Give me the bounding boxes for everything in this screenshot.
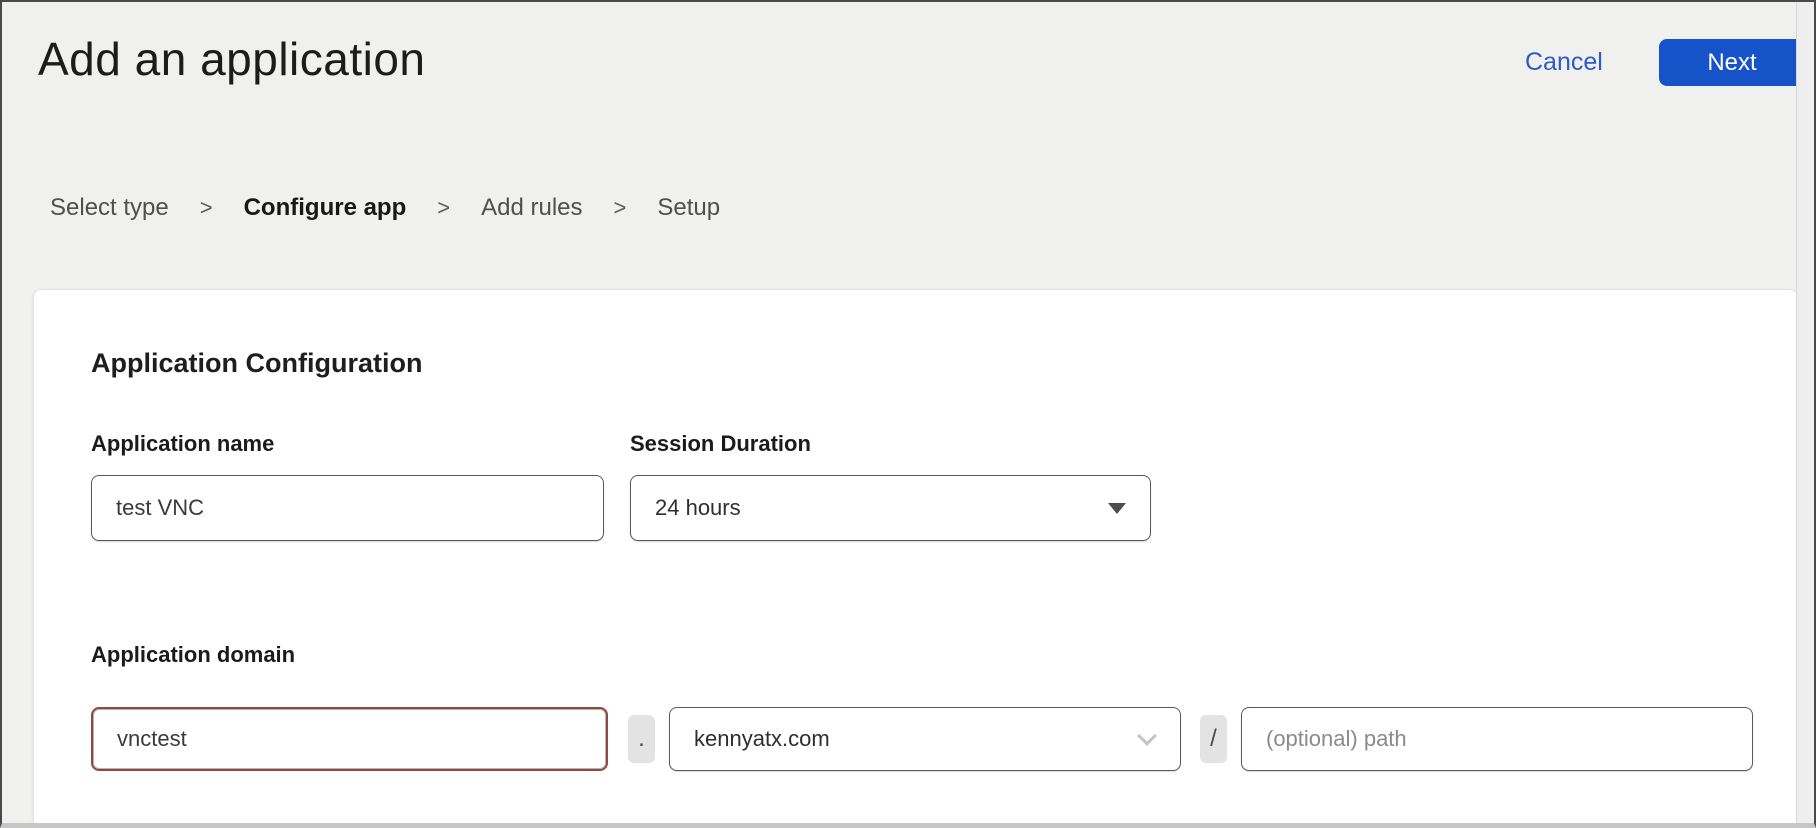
- breadcrumb-step-configure-app[interactable]: Configure app: [244, 194, 407, 222]
- session-duration-value: 24 hours: [655, 495, 741, 521]
- session-duration-select[interactable]: 24 hours: [630, 475, 1151, 541]
- vertical-scrollbar[interactable]: [1796, 2, 1811, 823]
- application-name-input[interactable]: [91, 475, 604, 541]
- application-domain-label: Application domain: [91, 642, 295, 668]
- domain-select-value: kennyatx.com: [694, 726, 830, 752]
- path-input[interactable]: [1241, 707, 1753, 771]
- chevron-down-icon: [1137, 726, 1157, 746]
- breadcrumb-separator-icon: >: [437, 195, 450, 221]
- breadcrumb-step-select-type[interactable]: Select type: [50, 194, 169, 222]
- breadcrumb: Select type > Configure app > Add rules …: [50, 194, 720, 222]
- dropdown-caret-icon: [1108, 503, 1126, 514]
- page-title: Add an application: [38, 32, 426, 86]
- application-name-label: Application name: [91, 431, 274, 457]
- application-configuration-card: Application Configuration Application na…: [33, 289, 1798, 828]
- cancel-button[interactable]: Cancel: [1525, 48, 1603, 77]
- breadcrumb-separator-icon: >: [200, 195, 213, 221]
- app-window: Add an application Cancel Next Select ty…: [0, 0, 1816, 828]
- next-button[interactable]: Next: [1659, 39, 1805, 86]
- session-duration-label: Session Duration: [630, 431, 811, 457]
- breadcrumb-step-setup[interactable]: Setup: [657, 194, 720, 222]
- subdomain-input[interactable]: [91, 707, 608, 771]
- domain-select[interactable]: kennyatx.com: [669, 707, 1181, 771]
- card-heading: Application Configuration: [91, 348, 422, 379]
- breadcrumb-separator-icon: >: [614, 195, 627, 221]
- slash-separator: /: [1200, 715, 1227, 763]
- dot-separator: .: [628, 715, 655, 763]
- breadcrumb-step-add-rules[interactable]: Add rules: [481, 194, 582, 222]
